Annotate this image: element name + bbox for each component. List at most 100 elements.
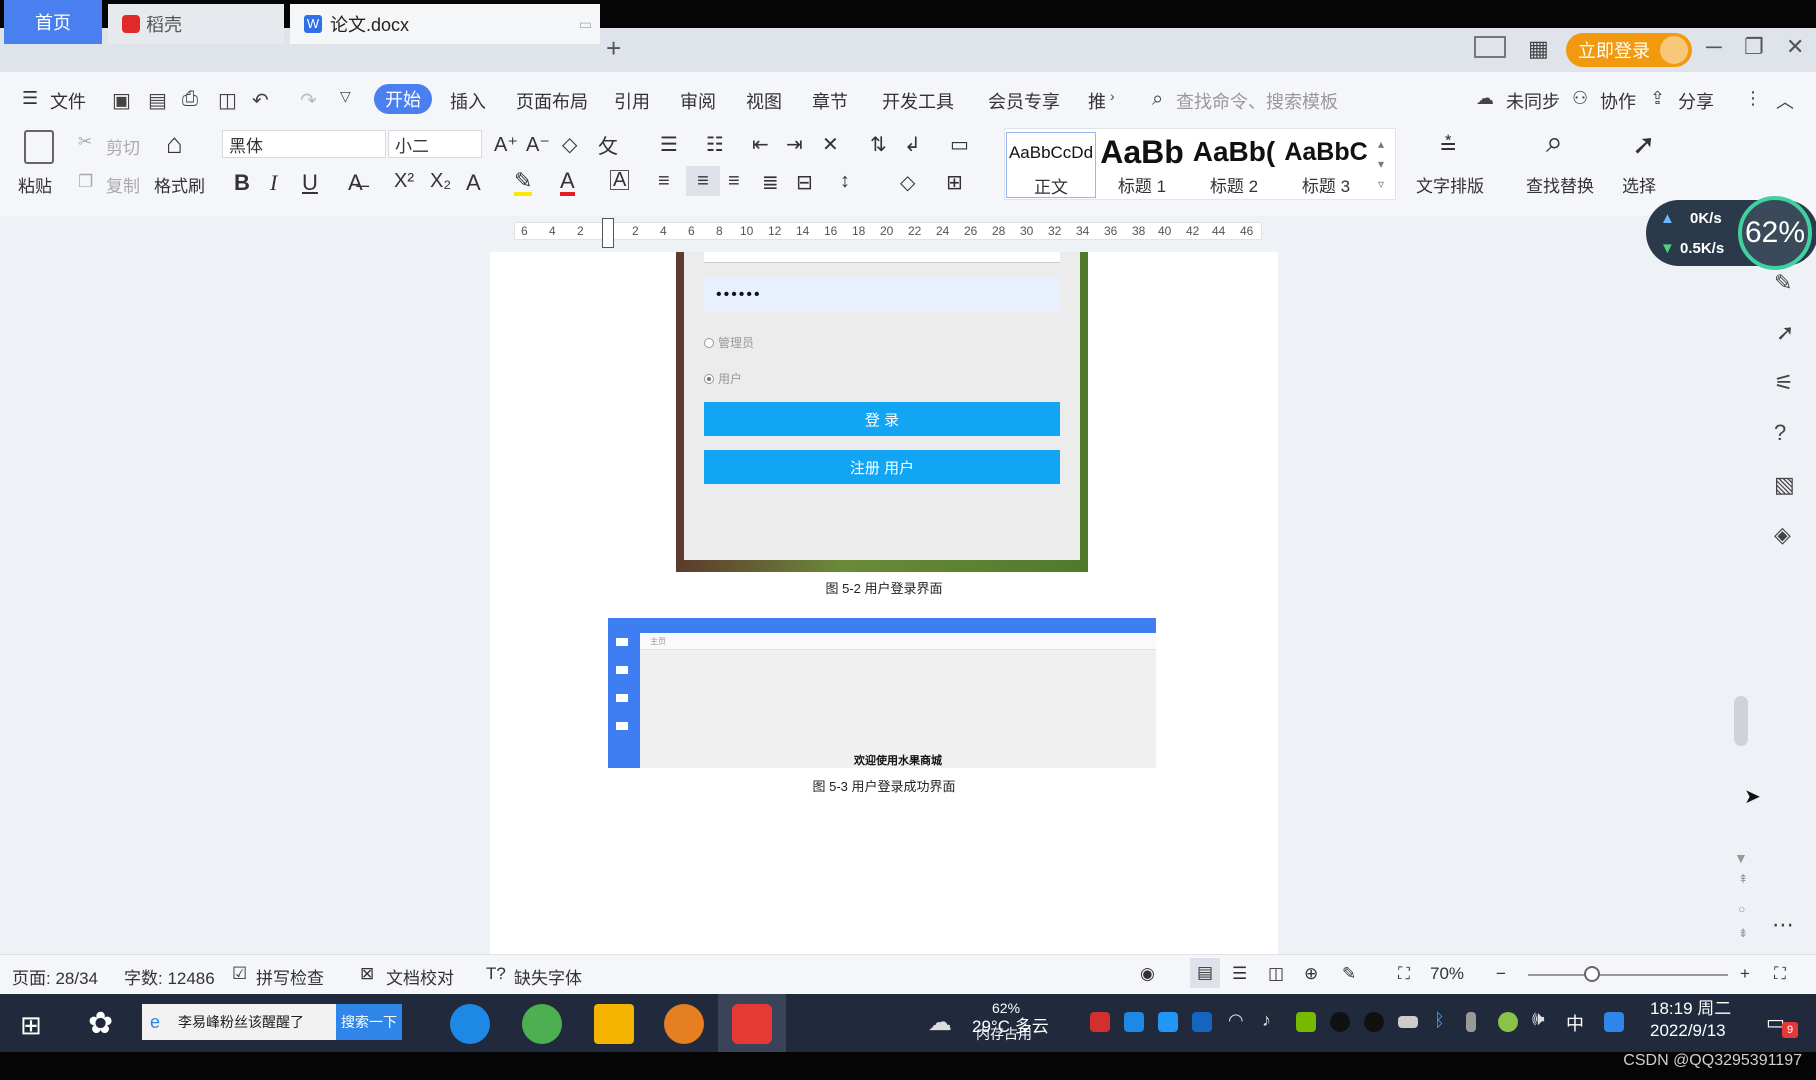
tray-app-icon[interactable] [1090, 1012, 1110, 1032]
style-heading2[interactable]: AaBb( 标题 2 [1190, 132, 1278, 196]
print-preview-icon[interactable]: ◫ [218, 88, 237, 113]
pen-icon[interactable]: ✎ [1774, 270, 1792, 296]
web-view-icon[interactable]: ⊕ [1304, 964, 1318, 984]
command-search-input[interactable]: 查找命令、搜索模板 [1176, 88, 1338, 114]
volume-icon[interactable]: 🕪 [1532, 1008, 1545, 1031]
find-replace-icon[interactable]: ⌕ [1546, 126, 1563, 160]
redo-icon[interactable]: ↷ [300, 88, 317, 113]
qq-icon[interactable] [1330, 1012, 1350, 1032]
eye-protection-icon[interactable]: ◉ [1140, 964, 1155, 984]
file-explorer-icon[interactable] [594, 1004, 634, 1044]
tab-page-layout[interactable]: 页面布局 [516, 88, 588, 114]
zoom-out-icon[interactable]: − [1496, 964, 1506, 984]
spell-check-button[interactable]: 拼写检查 [256, 964, 324, 989]
decrease-indent-icon[interactable]: ⇤ [752, 132, 769, 157]
tray-app-icon[interactable] [1498, 1012, 1518, 1032]
new-tab-button[interactable]: + [606, 33, 621, 64]
superscript-icon[interactable]: X² [394, 170, 414, 193]
char-border-icon[interactable]: A [610, 170, 630, 190]
sort-icon[interactable]: ⇅ [870, 132, 887, 157]
find-replace-button[interactable]: 查找替换 [1526, 172, 1594, 197]
phonetic-guide-icon[interactable]: ⺙ [598, 130, 618, 159]
select-cursor-icon[interactable]: ➚ [1632, 128, 1655, 161]
bullets-icon[interactable]: ☰ [660, 132, 678, 157]
format-painter-icon[interactable]: ⌂ [166, 128, 183, 160]
font-size-select[interactable]: 小二 [388, 130, 482, 158]
image-tool-icon[interactable]: ▧ [1774, 472, 1795, 498]
distributed-icon[interactable]: ⊟ [796, 170, 813, 195]
align-right-icon[interactable]: ≡ [728, 170, 740, 193]
table-tools-icon[interactable]: ▭ [950, 132, 969, 157]
styles-scroll-icon[interactable]: ▴ ▾ ▿ [1378, 134, 1384, 194]
tab-recommend[interactable]: 推 [1088, 88, 1106, 114]
style-heading1[interactable]: AaBb 标题 1 [1098, 132, 1186, 196]
help-icon[interactable]: ? [1774, 420, 1786, 446]
adjust-icon[interactable]: ⚟ [1774, 370, 1794, 396]
shading-icon[interactable]: ◇ [900, 170, 915, 195]
increase-indent-icon[interactable]: ⇥ [786, 132, 803, 157]
proofread-button[interactable]: 文档校对 [386, 964, 454, 989]
notification-bell-icon[interactable]: ♪ [1262, 1010, 1271, 1031]
shrink-font-icon[interactable]: A⁻ [526, 132, 550, 157]
word-count[interactable]: 字数: 12486 [124, 964, 215, 989]
text-effect-icon[interactable]: A [466, 170, 481, 196]
bold-icon[interactable]: B [234, 170, 250, 196]
page-view-icon[interactable]: ▤ [1190, 958, 1220, 988]
chinese-layout-icon[interactable]: ✕ [822, 132, 839, 157]
style-normal[interactable]: AaBbCcDd 正文 [1006, 132, 1096, 198]
align-left-icon[interactable]: ≡ [658, 170, 670, 193]
tab-references[interactable]: 引用 [614, 88, 650, 114]
collapse-ribbon-icon[interactable]: ︿ [1776, 88, 1794, 114]
text-layout-icon[interactable]: ⩮ [1440, 128, 1456, 161]
apps-grid-icon[interactable]: ▦ [1528, 36, 1549, 62]
app-launcher-icon[interactable]: ✿ [88, 1006, 113, 1041]
zoom-slider-track[interactable] [1528, 974, 1728, 976]
style-heading3[interactable]: AaBbC 标题 3 [1282, 132, 1370, 196]
more-options-icon[interactable]: ⋮ [1744, 88, 1762, 109]
justify-icon[interactable]: ≣ [762, 170, 779, 195]
fullscreen-icon[interactable]: ⛶ [1774, 964, 1786, 984]
restore-button[interactable]: ❐ [1744, 34, 1764, 60]
prev-page-icon[interactable]: ⇞ [1738, 872, 1748, 886]
taskbar-clock[interactable]: 18:19 周二 2022/9/13 [1650, 998, 1731, 1042]
tab-document[interactable]: W 论文.docx ▭ [290, 4, 600, 44]
italic-icon[interactable]: I [270, 170, 277, 196]
tray-app-icon[interactable] [1604, 1012, 1624, 1032]
minimize-button[interactable]: ─ [1706, 34, 1722, 60]
print-icon[interactable]: ⎙ [182, 88, 198, 111]
ime-indicator[interactable]: 中 [1566, 1010, 1584, 1036]
tab-start[interactable]: 开始 [374, 84, 432, 114]
outline-view-icon[interactable]: ☰ [1232, 964, 1247, 984]
battery-icon[interactable] [1398, 1016, 1418, 1028]
internet-explorer-icon[interactable] [450, 1004, 490, 1044]
missing-font-button[interactable]: 缺失字体 [514, 964, 582, 989]
grow-font-icon[interactable]: A⁺ [494, 132, 518, 157]
login-button[interactable]: 立即登录 [1566, 33, 1692, 67]
ai-assistant-icon[interactable]: ◈ [1774, 522, 1791, 548]
paste-button[interactable]: 粘贴 [18, 172, 52, 197]
file-menu[interactable]: 文件 [50, 88, 86, 114]
highlight-icon[interactable]: ✎ [514, 170, 533, 196]
shield-icon[interactable] [1192, 1012, 1212, 1032]
nvidia-icon[interactable] [1296, 1012, 1316, 1032]
zoom-in-icon[interactable]: + [1740, 964, 1750, 984]
quick-access-dropdown-icon[interactable]: ▽ [340, 88, 351, 105]
zoom-slider-thumb[interactable] [1584, 966, 1600, 982]
subscript-icon[interactable]: X₂ [430, 170, 451, 193]
reading-view-icon[interactable]: ◫ [1268, 964, 1284, 984]
close-button[interactable]: ✕ [1786, 34, 1804, 60]
sync-status[interactable]: 未同步 [1506, 88, 1560, 114]
show-marks-icon[interactable]: ↲ [904, 132, 921, 157]
raccoon-app-icon[interactable] [664, 1004, 704, 1044]
tray-app-icon[interactable] [1158, 1012, 1178, 1032]
save-icon[interactable]: ▣ [112, 88, 131, 113]
browse-object-icon[interactable]: ○ [1738, 902, 1745, 916]
vertical-scrollbar-thumb[interactable] [1734, 696, 1748, 746]
windows-start-icon[interactable]: ⊞ [20, 1010, 42, 1041]
export-pdf-icon[interactable]: ▤ [148, 88, 167, 113]
tab-insert[interactable]: 插入 [450, 88, 486, 114]
tab-member[interactable]: 会员专享 [988, 88, 1060, 114]
taskbar-search-input[interactable]: 李易峰粉丝该醒醒了 [142, 1004, 336, 1040]
numbering-icon[interactable]: ☷ [706, 132, 724, 157]
tab-daoke[interactable]: 稻壳 [108, 4, 284, 44]
